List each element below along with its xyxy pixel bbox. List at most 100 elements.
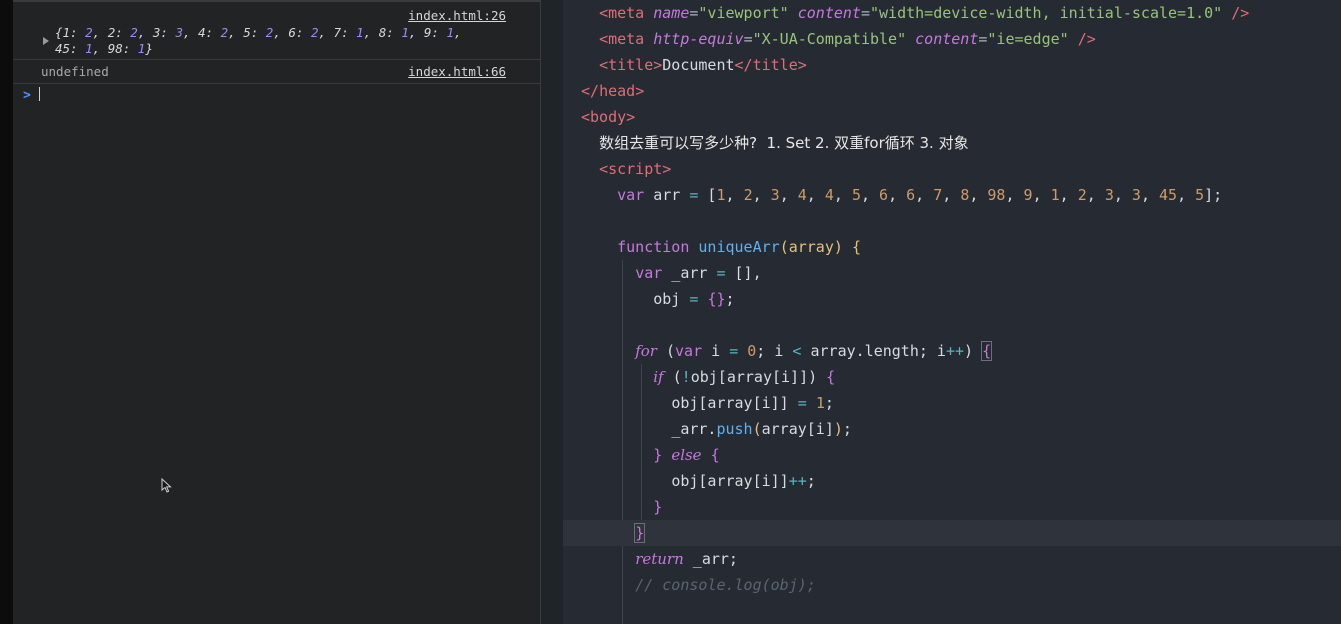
code-token: 9 (1023, 186, 1033, 204)
code-token: uniqueArr (698, 238, 780, 256)
code-token: > (797, 56, 807, 74)
code-line[interactable]: } (563, 494, 1341, 520)
code-token: var (675, 342, 703, 360)
code-token: obj[array[i]] (671, 472, 789, 490)
code-token: name (653, 4, 690, 22)
code-token: < (599, 30, 609, 48)
object-key-text: , 8: (363, 25, 402, 40)
code-line[interactable] (563, 312, 1341, 338)
code-token: , (725, 186, 744, 204)
object-key-text: , 7: (318, 25, 357, 40)
code-editor[interactable]: <meta name="viewport" content="width=dev… (563, 0, 1341, 624)
code-token: body (590, 108, 627, 126)
code-token: ! (681, 368, 691, 386)
code-line[interactable] (563, 208, 1341, 234)
code-line[interactable]: var arr = [1, 2, 3, 4, 4, 5, 6, 6, 7, 8,… (563, 182, 1341, 208)
code-line[interactable]: _arr.push(array[i]); (563, 416, 1341, 442)
code-token: , (1059, 186, 1078, 204)
code-token: ; i (756, 342, 793, 360)
source-link[interactable]: index.html:26 (408, 8, 506, 23)
code-token: 5 (1195, 186, 1205, 204)
code-token: // console.log(obj); (635, 576, 816, 594)
code-token: = (716, 264, 726, 282)
code-line[interactable]: function uniqueArr(array) { (563, 234, 1341, 260)
code-token: "width=device-width, initial-scale=1.0" (870, 4, 1223, 22)
log-value-text: undefined (41, 64, 109, 79)
code-token: push (716, 420, 753, 438)
object-key-text: } (145, 41, 153, 56)
code-token: } (634, 523, 646, 543)
code-token: ) (833, 420, 843, 438)
code-token: ( (656, 342, 676, 360)
code-line[interactable]: obj[array[i]] = 1; (563, 390, 1341, 416)
code-token: ]; (1204, 186, 1223, 204)
code-token: 7 (933, 186, 943, 204)
code-token: for (635, 342, 657, 360)
object-preview[interactable]: {1: 2, 2: 2, 3: 3, 4: 2, 5: 2, 6: 2, 7: … (55, 25, 525, 57)
object-value: 2 (130, 25, 138, 40)
code-line[interactable]: <title>Document</title> (563, 52, 1341, 78)
code-token: title (608, 56, 654, 74)
code-line[interactable]: obj = {}; (563, 286, 1341, 312)
code-line[interactable]: </head> (563, 78, 1341, 104)
code-token: ++ (788, 472, 807, 490)
code-token: ; (842, 420, 852, 438)
code-token: 3 (770, 186, 780, 204)
code-line[interactable]: return _arr; (563, 546, 1341, 572)
code-line[interactable]: // console.log(obj); (563, 572, 1341, 598)
code-line[interactable]: if (!obj[array[i]]) { (563, 364, 1341, 390)
code-token: ( (663, 368, 682, 386)
code-line[interactable]: obj[array[i]]++; (563, 468, 1341, 494)
source-link[interactable]: index.html:66 (408, 64, 506, 79)
code-token: = (729, 342, 739, 360)
mouse-pointer-icon (161, 478, 172, 493)
code-token: else (671, 446, 702, 464)
object-key-text: , 4: (182, 25, 221, 40)
code-token: < (599, 160, 609, 178)
code-token: , (1086, 186, 1105, 204)
code-line[interactable]: for (var i = 0; i < array.length; i++) { (563, 338, 1341, 364)
code-token: if (653, 368, 664, 386)
code-token: { (710, 446, 720, 464)
code-line[interactable]: <script> (563, 156, 1341, 182)
code-line[interactable]: <body> (563, 104, 1341, 130)
code-line[interactable]: } else { (563, 442, 1341, 468)
code-token: return (635, 550, 684, 568)
code-token: 数组去重可以写多少种? 1. Set 2. 双重for循环 3. 对象 (599, 134, 969, 152)
code-token: array[i] (761, 420, 834, 438)
code-line[interactable]: var _arr = [], (563, 260, 1341, 286)
console-input-line[interactable]: > (13, 84, 540, 106)
object-key-text: {1: (55, 25, 86, 40)
code-token: 2 (1077, 186, 1087, 204)
code-token: 6 (879, 186, 889, 204)
code-token: arr (644, 186, 690, 204)
code-token: _arr. (671, 420, 717, 438)
code-line[interactable]: } (563, 520, 1341, 546)
console-log-entry-object[interactable]: index.html:26 {1: 2, 2: 2, 3: 3, 4: 2, 5… (13, 2, 540, 60)
code-token: 6 (906, 186, 916, 204)
code-token: 3 (1104, 186, 1114, 204)
code-token: var (617, 186, 645, 204)
code-token: , (752, 186, 771, 204)
code-token: "viewport" (698, 4, 789, 22)
code-token: [], (725, 264, 762, 282)
code-line[interactable]: <meta name="viewport" content="width=dev… (563, 0, 1341, 26)
expand-triangle-icon[interactable] (43, 37, 49, 45)
code-token: array (788, 238, 834, 256)
code-token: , (915, 186, 934, 204)
screen: index.html:26 {1: 2, 2: 2, 3: 3, 4: 2, 5… (0, 0, 1341, 624)
code-token: http-equiv (653, 30, 744, 48)
code-line[interactable]: <meta http-equiv="X-UA-Compatible" conte… (563, 26, 1341, 52)
code-token: "ie=edge" (987, 30, 1069, 48)
code-token: , (969, 186, 988, 204)
code-line[interactable]: 数组去重可以写多少种? 1. Set 2. 双重for循环 3. 对象 (563, 130, 1341, 156)
code-token: < (599, 56, 609, 74)
code-token: ++ (945, 342, 965, 360)
